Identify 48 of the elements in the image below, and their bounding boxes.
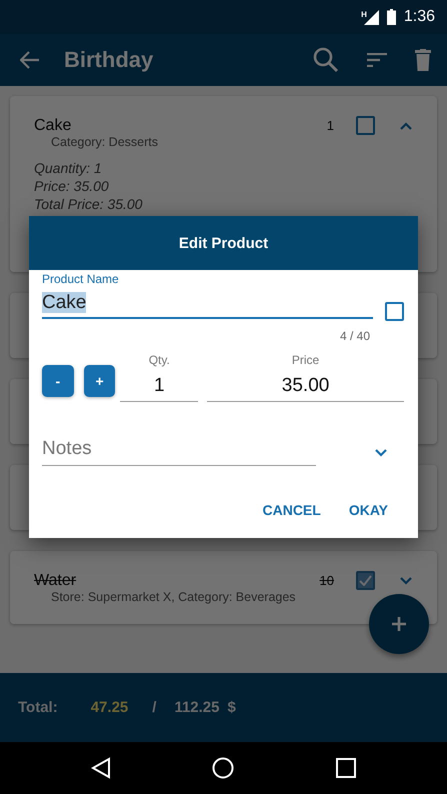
quantity-field[interactable]: 1 [120, 367, 198, 402]
checkbox[interactable] [356, 116, 375, 135]
checkbox[interactable] [356, 571, 375, 590]
currency: $ [228, 699, 236, 716]
product-detail: Price: 35.00 [34, 177, 110, 195]
field-label: Qty. [148, 353, 170, 367]
product-name-field[interactable]: Cake [42, 286, 373, 319]
page-title: Birthday [64, 47, 154, 73]
collapse-caret-icon[interactable] [399, 121, 413, 130]
dialog-button[interactable]: OKAY [348, 502, 388, 518]
field-label: Product Name [42, 272, 120, 286]
product-quantity: 10 [320, 573, 334, 588]
home-icon[interactable] [212, 757, 234, 779]
product-name: Cake [34, 116, 72, 134]
product-subtitle: Category: Desserts [51, 135, 159, 149]
character-counter: 4 / 40 [340, 329, 370, 343]
back-arrow-icon[interactable] [20, 51, 40, 69]
back-icon[interactable] [90, 757, 111, 779]
sort-icon[interactable] [367, 53, 387, 67]
total-separator: / [152, 699, 156, 716]
grand-total: 112.25 [174, 699, 220, 716]
add-button[interactable] [369, 594, 429, 654]
total-label: Total: [18, 699, 58, 716]
plus-icon [391, 616, 407, 632]
decrement-button[interactable]: - [42, 365, 74, 397]
recents-icon[interactable] [336, 758, 356, 778]
checkbox[interactable] [385, 302, 404, 321]
dialog-button[interactable]: CANCEL [262, 502, 321, 518]
product-quantity: 1 [326, 118, 334, 133]
delete-icon[interactable] [415, 49, 431, 71]
product-detail: Quantity: 1 [34, 159, 103, 177]
clock: 1:36 [404, 8, 435, 26]
product-card[interactable]: Water 10 Store: Supermarket X, Category: Beverages [10, 551, 437, 624]
increment-button[interactable]: + [84, 365, 116, 397]
dialog-title: Edit Product [178, 234, 268, 252]
field-label: Price [292, 353, 320, 367]
expand-caret-icon[interactable] [374, 448, 388, 456]
product-detail: Total Price: 35.00 [34, 195, 144, 213]
product-name: Water [34, 572, 78, 590]
expand-caret-icon[interactable] [399, 576, 413, 585]
network-type: H [361, 10, 367, 18]
signal-icon [364, 10, 379, 24]
search-icon[interactable] [313, 47, 339, 73]
battery-icon [386, 9, 396, 25]
price-field[interactable]: 35.00 [207, 367, 404, 402]
checked-total: 47.25 [90, 699, 128, 716]
notes-field[interactable]: Notes [42, 438, 316, 466]
product-subtitle: Store: Supermarket X, Category: Beverages [51, 590, 297, 604]
